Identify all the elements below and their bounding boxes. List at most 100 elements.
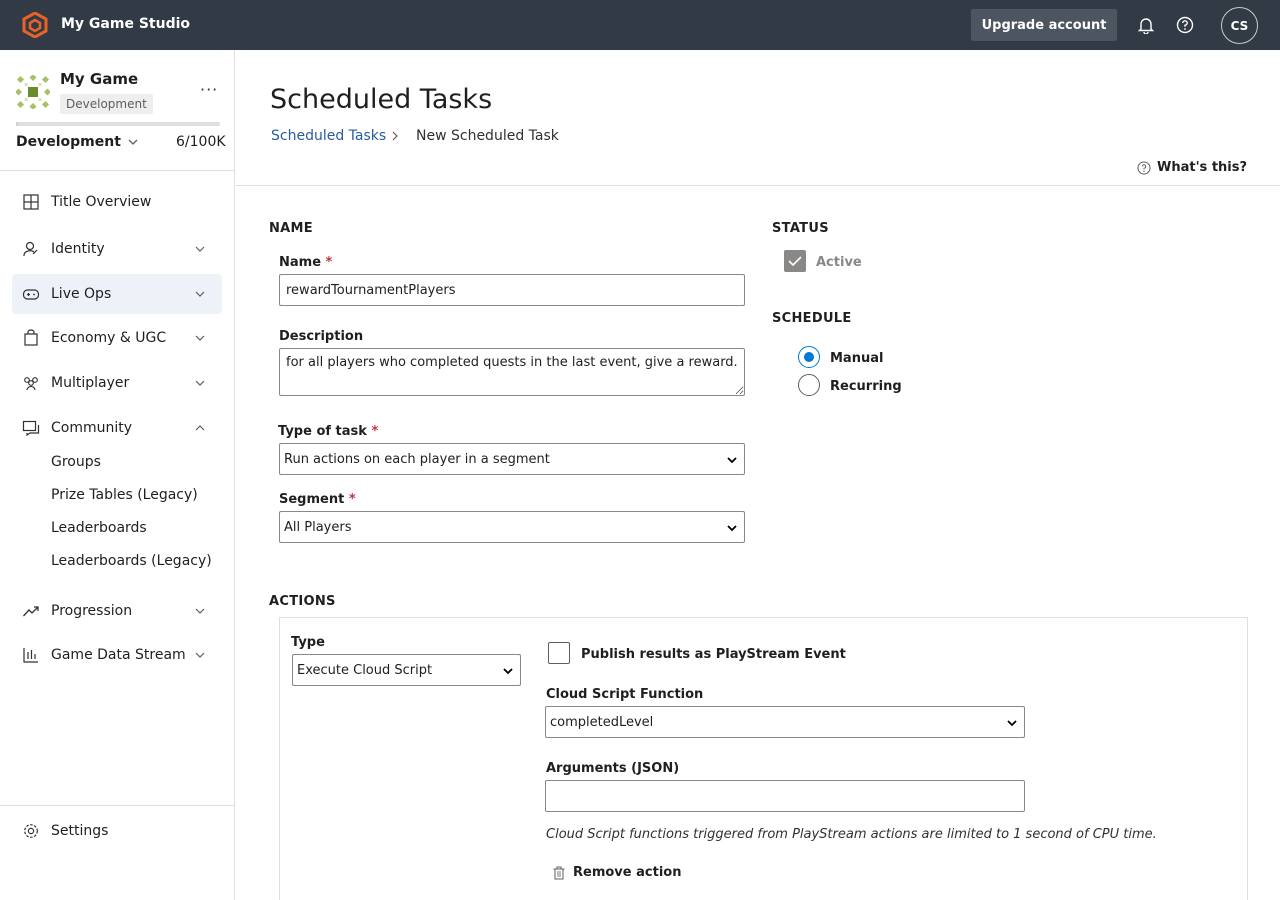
chevron-right-icon xyxy=(392,131,398,141)
user-avatar[interactable]: CS xyxy=(1221,7,1258,44)
required-marker: * xyxy=(348,492,356,507)
chevron-down-icon xyxy=(128,139,138,145)
usage-quota: 6/100K xyxy=(176,134,226,150)
sidebar-item-live-ops[interactable]: Live Ops xyxy=(12,274,222,314)
manual-label: Manual xyxy=(830,351,884,366)
sidebar-item-identity[interactable]: Identity xyxy=(12,229,222,269)
sidebar-subitem-groups[interactable]: Groups xyxy=(51,454,101,470)
sidebar-item-game-data-stream[interactable]: Game Data Stream xyxy=(12,635,222,675)
environment-badge: Development xyxy=(60,94,153,114)
chevron-down-icon xyxy=(727,525,737,532)
gamepad-icon xyxy=(22,289,40,300)
sidebar-item-label: Identity xyxy=(51,241,105,257)
environment-select[interactable]: Development xyxy=(16,134,139,150)
trend-icon xyxy=(23,606,39,617)
chevron-up-icon xyxy=(195,425,205,431)
chevron-down-icon xyxy=(503,668,513,675)
help-circle-icon xyxy=(1137,161,1151,174)
arguments-json-input[interactable] xyxy=(545,780,1025,812)
chevron-down-icon xyxy=(195,380,205,386)
usage-progress-fill xyxy=(16,122,19,126)
checkmark-icon xyxy=(788,256,802,267)
game-icon xyxy=(16,75,50,109)
sidebar-subitem-leaderboards[interactable]: Leaderboards xyxy=(51,520,147,536)
name-input[interactable] xyxy=(279,274,745,306)
upgrade-account-button[interactable]: Upgrade account xyxy=(971,9,1117,41)
environment-select-label: Development xyxy=(16,134,121,150)
whats-this-label: What's this? xyxy=(1157,160,1248,175)
sidebar-item-label: Live Ops xyxy=(51,286,112,302)
name-label: Name * xyxy=(279,255,332,270)
chevron-down-icon xyxy=(727,457,737,464)
sidebar-item-label: Settings xyxy=(51,823,109,839)
chevron-down-icon xyxy=(1007,720,1017,727)
chevron-down-icon xyxy=(195,246,205,252)
identity-icon xyxy=(23,241,38,257)
name-label-text: Name xyxy=(279,255,322,270)
recurring-radio[interactable] xyxy=(798,374,820,396)
chevron-down-icon xyxy=(195,652,205,658)
chevron-down-icon xyxy=(195,608,205,614)
status-section-heading: STATUS xyxy=(772,221,829,236)
type-of-task-value: Run actions on each player in a segment xyxy=(284,451,550,467)
description-label: Description xyxy=(279,329,364,344)
recurring-label: Recurring xyxy=(830,379,902,394)
active-label: Active xyxy=(816,255,862,270)
sidebar-item-label: Title Overview xyxy=(51,194,152,210)
schedule-section-heading: SCHEDULE xyxy=(772,311,852,326)
manual-radio[interactable] xyxy=(798,346,820,368)
sidebar-item-label: Economy & UGC xyxy=(51,330,167,346)
sidebar-item-settings[interactable]: Settings xyxy=(12,811,222,851)
active-checkbox[interactable] xyxy=(784,250,806,272)
bar-chart-icon xyxy=(23,648,38,663)
description-input[interactable]: for all players who completed quests in … xyxy=(279,348,745,396)
action-type-select[interactable]: Execute Cloud Script xyxy=(292,654,521,686)
sidebar: My Game Development ··· Development 6/10… xyxy=(0,50,235,900)
publish-playstream-checkbox[interactable] xyxy=(548,642,570,664)
chevron-down-icon xyxy=(195,335,205,341)
main-divider xyxy=(236,185,1280,186)
sidebar-item-label: Game Data Stream xyxy=(51,647,186,663)
action-type-value: Execute Cloud Script xyxy=(297,662,433,678)
name-section-heading: NAME xyxy=(269,221,313,236)
segment-select[interactable]: All Players xyxy=(279,511,745,543)
top-bar: My Game Studio Upgrade account CS xyxy=(0,0,1280,50)
cpu-limit-note: Cloud Script functions triggered from Pl… xyxy=(546,827,1157,842)
page-title: Scheduled Tasks xyxy=(270,84,493,115)
sidebar-item-community[interactable]: Community xyxy=(12,408,222,448)
type-of-task-select[interactable]: Run actions on each player in a segment xyxy=(279,443,745,475)
cloud-script-function-value: completedLevel xyxy=(550,714,654,730)
sidebar-subitem-leaderboards-legacy[interactable]: Leaderboards (Legacy) xyxy=(51,553,212,569)
publish-playstream-label: Publish results as PlayStream Event xyxy=(581,647,846,662)
people-icon xyxy=(24,377,38,391)
sidebar-item-progression[interactable]: Progression xyxy=(12,591,222,631)
bell-icon[interactable] xyxy=(1137,16,1155,34)
game-name[interactable]: My Game xyxy=(60,70,138,88)
cloud-script-function-label: Cloud Script Function xyxy=(546,687,704,702)
studio-name[interactable]: My Game Studio xyxy=(61,16,190,32)
type-of-task-label-text: Type of task xyxy=(278,424,367,439)
breadcrumb-scheduled-tasks-link[interactable]: Scheduled Tasks xyxy=(271,128,386,144)
remove-action-button[interactable]: Remove action xyxy=(553,865,681,880)
sidebar-item-economy-ugc[interactable]: Economy & UGC xyxy=(12,318,222,358)
segment-label-text: Segment xyxy=(279,492,345,507)
trash-icon xyxy=(553,866,565,879)
sidebar-item-multiplayer[interactable]: Multiplayer xyxy=(12,363,222,403)
studio-logo-icon[interactable] xyxy=(22,12,48,38)
sidebar-item-label: Community xyxy=(51,420,133,436)
more-options-icon[interactable]: ··· xyxy=(200,80,218,99)
grid-icon xyxy=(23,194,39,210)
sidebar-item-label: Multiplayer xyxy=(51,375,130,391)
type-of-task-label: Type of task * xyxy=(278,424,378,439)
sidebar-item-label: Progression xyxy=(51,603,133,619)
required-marker: * xyxy=(371,424,379,439)
cloud-script-function-select[interactable]: completedLevel xyxy=(545,706,1025,738)
usage-progress-bar xyxy=(16,122,220,126)
segment-value: All Players xyxy=(284,519,352,535)
sidebar-item-title-overview[interactable]: Title Overview xyxy=(12,182,222,222)
actions-section-heading: ACTIONS xyxy=(269,594,336,609)
help-icon[interactable] xyxy=(1176,16,1194,34)
remove-action-label: Remove action xyxy=(573,865,682,880)
whats-this-link[interactable]: What's this? xyxy=(1137,160,1247,175)
sidebar-subitem-prize-tables[interactable]: Prize Tables (Legacy) xyxy=(51,487,198,503)
